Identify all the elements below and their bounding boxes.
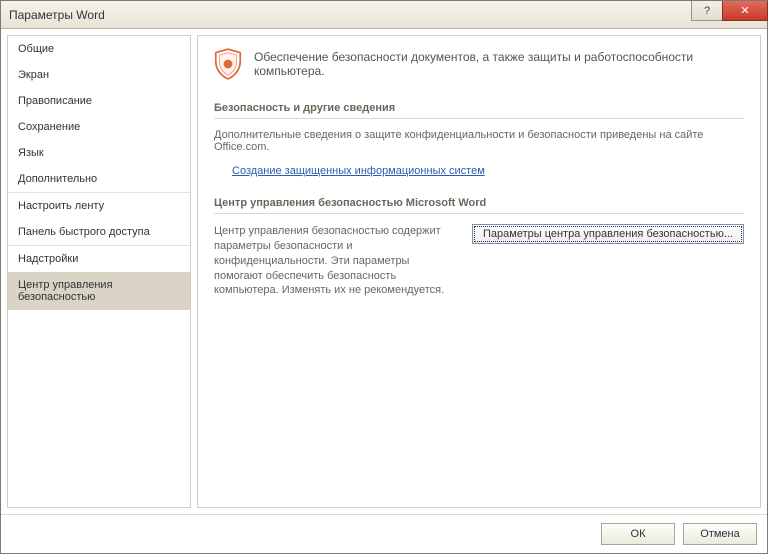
section-text-security: Дополнительные сведения о защите конфиде… bbox=[214, 129, 744, 153]
sidebar-item-4[interactable]: Язык bbox=[8, 140, 190, 166]
link-secure-systems[interactable]: Создание защищенных информационных систе… bbox=[232, 165, 485, 177]
hero: Обеспечение безопасности документов, а т… bbox=[214, 48, 744, 80]
sidebar: Общие Экран Правописание Сохранение Язык Допо… bbox=[7, 35, 191, 508]
help-button[interactable]: ? bbox=[691, 1, 723, 21]
sidebar-item-label: Экран bbox=[18, 69, 49, 81]
sidebar-item-label: Общие bbox=[18, 43, 54, 55]
section-title-trustcenter: Центр управления безопасностью Microsoft… bbox=[214, 193, 744, 214]
sidebar-item-6[interactable]: Настроить ленту bbox=[8, 193, 190, 219]
close-button[interactable]: ✕ bbox=[722, 1, 768, 21]
main-panel: Обеспечение безопасности документов, а т… bbox=[197, 35, 761, 508]
trustcenter-description: Центр управления безопасностью содержит … bbox=[214, 224, 458, 298]
close-icon: ✕ bbox=[740, 4, 749, 17]
sidebar-item-label: Правописание bbox=[18, 95, 92, 107]
sidebar-item-label: Центр управления безопасностью bbox=[18, 279, 113, 303]
trustcenter-row: Центр управления безопасностью содержит … bbox=[214, 224, 744, 298]
sidebar-item-label: Панель быстрого доступа bbox=[18, 226, 150, 238]
sidebar-item-label: Настроить ленту bbox=[18, 200, 104, 212]
cancel-button[interactable]: Отмена bbox=[683, 523, 757, 545]
sidebar-item-8[interactable]: Надстройки bbox=[8, 246, 190, 272]
ok-button[interactable]: ОК bbox=[601, 523, 675, 545]
window-title: Параметры Word bbox=[9, 8, 105, 22]
trustcenter-settings-button[interactable]: Параметры центра управления безопасность… bbox=[472, 224, 744, 244]
sidebar-item-7[interactable]: Панель быстрого доступа bbox=[8, 219, 190, 245]
sidebar-item-label: Сохранение bbox=[18, 121, 80, 133]
sidebar-item-3[interactable]: Сохранение bbox=[8, 114, 190, 140]
sidebar-item-5[interactable]: Дополнительно bbox=[8, 166, 190, 192]
section-title-security: Безопасность и другие сведения bbox=[214, 98, 744, 119]
sidebar-item-label: Дополнительно bbox=[18, 173, 97, 185]
dialog-footer: ОК Отмена bbox=[1, 514, 767, 553]
sidebar-item-label: Надстройки bbox=[18, 253, 78, 265]
help-icon: ? bbox=[704, 5, 710, 17]
dialog-window: Параметры Word ? ✕ Общие Экран Правописани… bbox=[0, 0, 768, 554]
sidebar-item-9[interactable]: Центр управления безопасностью bbox=[8, 272, 190, 310]
sidebar-item-0[interactable]: Общие bbox=[8, 36, 190, 62]
sidebar-item-1[interactable]: Экран bbox=[8, 62, 190, 88]
sidebar-item-label: Язык bbox=[18, 147, 44, 159]
sidebar-item-2[interactable]: Правописание bbox=[8, 88, 190, 114]
window-controls: ? ✕ bbox=[691, 1, 767, 28]
hero-text: Обеспечение безопасности документов, а т… bbox=[254, 50, 744, 78]
dialog-body: Общие Экран Правописание Сохранение Язык Допо… bbox=[1, 29, 767, 514]
titlebar: Параметры Word ? ✕ bbox=[1, 1, 767, 29]
shield-icon bbox=[214, 48, 242, 80]
